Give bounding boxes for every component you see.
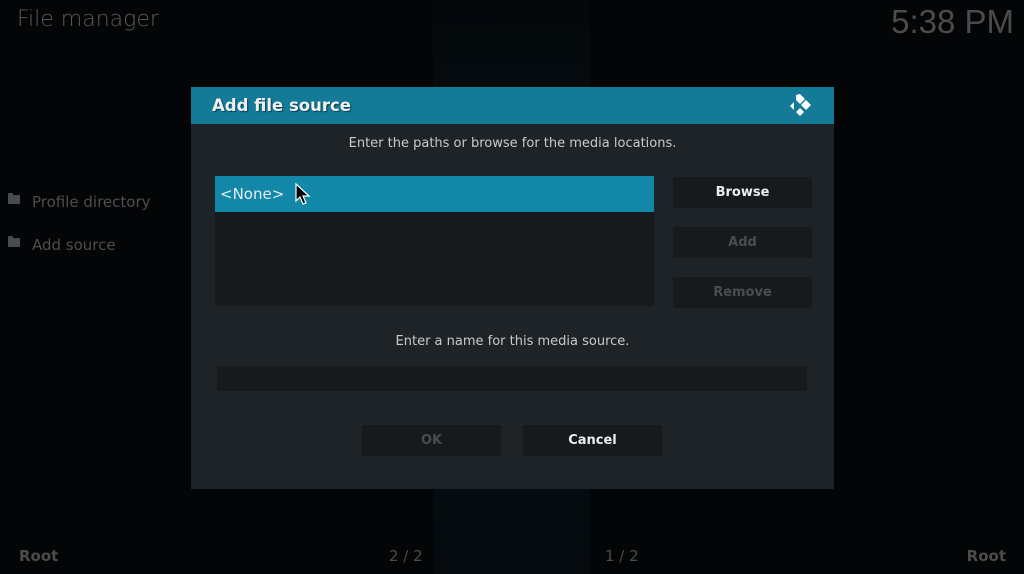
list-item-profile-directory[interactable]: Profile directory [8,180,151,223]
dialog-header: Add file source [191,87,834,124]
kodi-logo-icon [790,94,811,116]
browse-button[interactable]: Browse [673,177,812,208]
list-item-add-source[interactable]: Add source [8,223,151,266]
add-file-source-dialog: Add file source Enter the paths or brows… [191,87,834,489]
path-item-selected[interactable]: <None> [215,176,654,212]
name-prompt: Enter a name for this media source. [395,334,630,349]
folder-icon [8,236,20,247]
clock: 5:38 PM [891,3,1014,40]
footer-left-path: Root [19,547,59,565]
footer-left-count: 2 / 2 [389,547,423,565]
left-file-list: Profile directory Add source [8,180,151,266]
dialog-title: Add file source [212,96,351,115]
path-list[interactable]: <None> [215,176,654,306]
paths-prompt: Enter the paths or browse for the media … [348,136,677,151]
cancel-button[interactable]: Cancel [523,425,662,456]
folder-icon [8,193,20,204]
list-item-label: Profile directory [32,192,151,211]
ok-button[interactable]: OK [362,425,501,456]
window-title: File manager [17,7,159,32]
add-button[interactable]: Add [673,227,812,258]
footer-right-path: Root [966,547,1006,565]
remove-button[interactable]: Remove [673,277,812,308]
list-item-label: Add source [32,235,116,254]
source-name-input[interactable] [217,366,807,391]
footer-right-count: 1 / 2 [605,547,639,565]
path-item-label: <None> [220,185,285,203]
mouse-cursor-icon [295,183,311,205]
